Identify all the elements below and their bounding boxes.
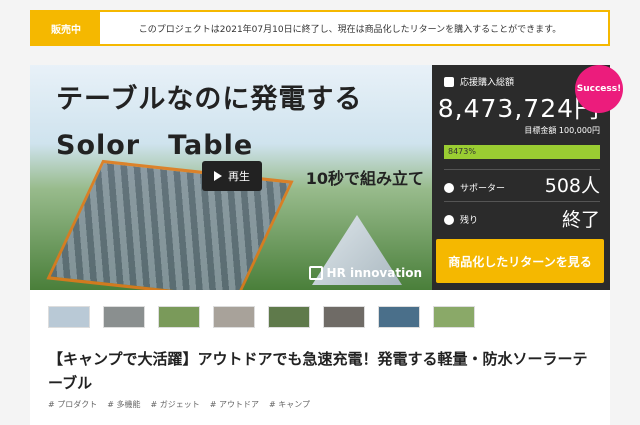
tag-link[interactable]: # キャンプ (269, 399, 310, 410)
progress-bar: 8473% (444, 145, 600, 159)
brand-name: HR innovation (326, 266, 422, 280)
progress-text: 8473% (448, 147, 476, 156)
thumbnail-1[interactable] (48, 306, 90, 328)
hero-subtitle: Solor Table (56, 130, 254, 161)
tag-list: # プロダクト # 多機能 # ガジェット # アウトドア # キャンプ (48, 399, 310, 410)
tag-link[interactable]: # 多機能 (107, 399, 140, 410)
hero-tagline: 10秒で組み立て (305, 169, 424, 188)
sale-status-badge: 販売中 (32, 12, 100, 44)
supporters-label-row: サポーター (444, 181, 505, 194)
tag-link[interactable]: # アウトドア (210, 399, 259, 410)
notice-text: このプロジェクトは2021年07月10日に終了し、現在は商品化したリターンを購入… (138, 24, 562, 35)
thumbnail-6[interactable] (323, 306, 365, 328)
project-title: 【キャンプで大活躍】アウトドアでも急速充電！発電する軽量・防水ソーラーテーブル (48, 350, 588, 392)
divider (444, 169, 600, 170)
thumbnail-5[interactable] (268, 306, 310, 328)
divider (444, 201, 600, 202)
tag-link[interactable]: # プロダクト (48, 399, 97, 410)
person-icon (444, 182, 454, 193)
goal-amount: 目標金額 100,000円 (524, 126, 600, 135)
view-returns-button[interactable]: 商品化したリターンを見る (436, 239, 604, 283)
play-video-button[interactable]: 再生 (202, 161, 262, 191)
thumbnail-8[interactable] (433, 306, 475, 328)
remaining-label-row: 残り (444, 213, 478, 226)
play-icon (214, 171, 222, 181)
thumbnail-strip (48, 306, 475, 328)
funding-label: 応援購入総額 (460, 78, 515, 88)
project-card: テーブルなのに発電する Solor Table 10秒で組み立て 再生 HR i… (30, 65, 623, 425)
remaining-value: 終了 (561, 209, 600, 231)
brand-mark-icon (308, 266, 323, 280)
thumbnail-3[interactable] (158, 306, 200, 328)
thumbnail-2[interactable] (103, 306, 145, 328)
clock-icon (444, 214, 454, 225)
status-notice: 販売中 このプロジェクトは2021年07月10日に終了し、現在は商品化したリター… (30, 10, 610, 46)
thumbnail-7[interactable] (378, 306, 420, 328)
tag-link[interactable]: # ガジェット (151, 399, 200, 410)
yen-icon (444, 76, 454, 87)
hero-title: テーブルなのに発電する (56, 84, 363, 115)
funding-label-row: 応援購入総額 (444, 75, 514, 88)
thumbnail-4[interactable] (213, 306, 255, 328)
supporters-count: 508人 (544, 175, 600, 197)
brand-logo: HR innovation (308, 266, 422, 280)
supporters-label: サポーター (460, 184, 506, 194)
success-badge: Success! (575, 65, 623, 113)
play-label: 再生 (228, 170, 250, 183)
remaining-label: 残り (460, 216, 479, 226)
hero-image: テーブルなのに発電する Solor Table 10秒で組み立て 再生 HR i… (30, 65, 432, 290)
